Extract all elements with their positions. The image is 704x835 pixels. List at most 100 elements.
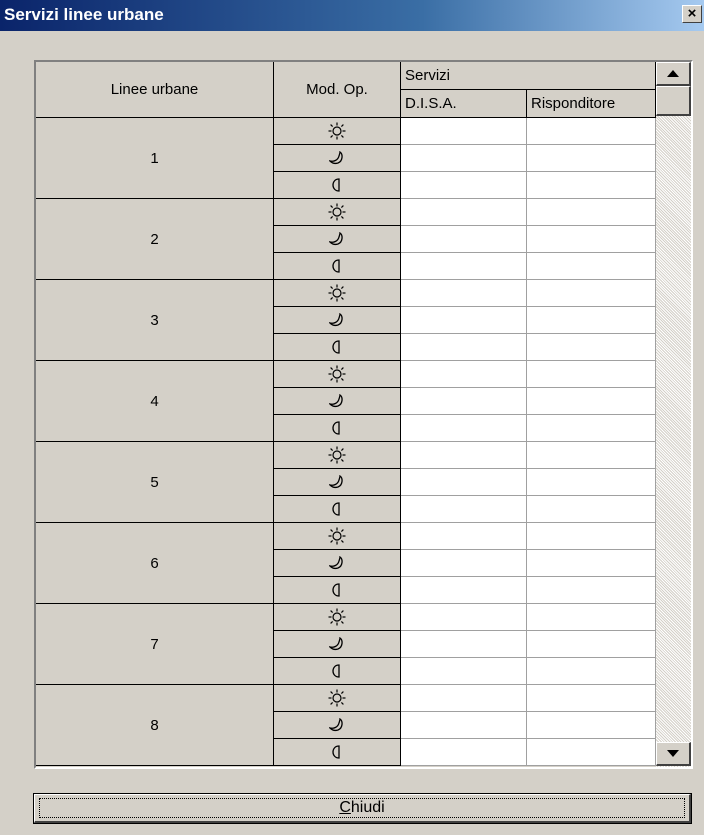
line-number-cell: 5	[36, 442, 274, 523]
disa-cell[interactable]	[401, 604, 527, 631]
disa-cell[interactable]	[401, 145, 527, 172]
half-moon-icon	[331, 745, 343, 759]
disa-cell[interactable]	[401, 199, 527, 226]
vertical-scrollbar[interactable]	[656, 62, 691, 767]
risponditore-cell[interactable]	[527, 496, 656, 523]
disa-cell[interactable]	[401, 253, 527, 280]
disa-cell[interactable]	[401, 739, 527, 766]
disa-cell[interactable]	[401, 685, 527, 712]
sun-icon	[328, 446, 346, 464]
risponditore-cell[interactable]	[527, 739, 656, 766]
disa-cell[interactable]	[401, 550, 527, 577]
disa-cell[interactable]	[401, 334, 527, 361]
mode-cell	[274, 658, 401, 685]
sun-icon	[328, 689, 346, 707]
half-moon-icon	[331, 259, 343, 273]
risponditore-cell[interactable]	[527, 442, 656, 469]
moon-icon	[329, 232, 345, 246]
risponditore-cell[interactable]	[527, 577, 656, 604]
line-number-cell: 8	[36, 685, 274, 766]
disa-cell[interactable]	[401, 361, 527, 388]
disa-cell[interactable]	[401, 496, 527, 523]
half-moon-icon	[331, 340, 343, 354]
mode-cell	[274, 172, 401, 199]
close-window-button[interactable]: ×	[682, 5, 702, 23]
mode-cell	[274, 118, 401, 145]
disa-cell[interactable]	[401, 712, 527, 739]
mode-cell	[274, 253, 401, 280]
risponditore-cell[interactable]	[527, 604, 656, 631]
disa-cell[interactable]	[401, 658, 527, 685]
risponditore-cell[interactable]	[527, 469, 656, 496]
risponditore-cell[interactable]	[527, 307, 656, 334]
sun-icon	[328, 122, 346, 140]
line-number-cell: 4	[36, 361, 274, 442]
risponditore-cell[interactable]	[527, 415, 656, 442]
half-moon-icon	[331, 421, 343, 435]
half-moon-icon	[331, 664, 343, 678]
mode-cell	[274, 415, 401, 442]
risponditore-cell[interactable]	[527, 712, 656, 739]
scroll-down-button[interactable]	[656, 742, 691, 766]
risponditore-cell[interactable]	[527, 631, 656, 658]
disa-cell[interactable]	[401, 415, 527, 442]
risponditore-cell[interactable]	[527, 226, 656, 253]
sun-icon	[328, 365, 346, 383]
sun-icon	[328, 527, 346, 545]
risponditore-cell[interactable]	[527, 172, 656, 199]
scroll-thumb[interactable]	[656, 86, 691, 116]
header-mod-op: Mod. Op.	[274, 62, 401, 118]
scroll-up-button[interactable]	[656, 62, 691, 86]
header-servizi: Servizi	[401, 62, 656, 90]
risponditore-cell[interactable]	[527, 280, 656, 307]
services-grid: Linee urbane Mod. Op. Servizi D.I.S.A. Rispo…	[34, 60, 693, 769]
line-number-cell: 1	[36, 118, 274, 199]
half-moon-icon	[331, 502, 343, 516]
moon-icon	[329, 718, 345, 732]
risponditore-cell[interactable]	[527, 523, 656, 550]
risponditore-cell[interactable]	[527, 658, 656, 685]
mode-cell	[274, 442, 401, 469]
risponditore-cell[interactable]	[527, 145, 656, 172]
line-number-cell: 2	[36, 199, 274, 280]
disa-cell[interactable]	[401, 388, 527, 415]
close-button[interactable]: Chiudi	[33, 793, 692, 824]
mode-cell	[274, 334, 401, 361]
window-title: Servizi linee urbane	[4, 5, 164, 24]
header-disa: D.I.S.A.	[401, 90, 527, 118]
disa-cell[interactable]	[401, 226, 527, 253]
header-linee-urbane: Linee urbane	[36, 62, 274, 118]
mode-cell	[274, 550, 401, 577]
mode-cell	[274, 226, 401, 253]
mode-cell	[274, 739, 401, 766]
disa-cell[interactable]	[401, 172, 527, 199]
mode-cell	[274, 469, 401, 496]
disa-cell[interactable]	[401, 631, 527, 658]
mode-cell	[274, 388, 401, 415]
sun-icon	[328, 284, 346, 302]
disa-cell[interactable]	[401, 280, 527, 307]
disa-cell[interactable]	[401, 118, 527, 145]
disa-cell[interactable]	[401, 442, 527, 469]
arrow-down-icon	[667, 750, 679, 757]
risponditore-cell[interactable]	[527, 361, 656, 388]
disa-cell[interactable]	[401, 469, 527, 496]
moon-icon	[329, 637, 345, 651]
risponditore-cell[interactable]	[527, 550, 656, 577]
disa-cell[interactable]	[401, 577, 527, 604]
moon-icon	[329, 475, 345, 489]
line-number-cell: 6	[36, 523, 274, 604]
risponditore-cell[interactable]	[527, 685, 656, 712]
risponditore-cell[interactable]	[527, 199, 656, 226]
risponditore-cell[interactable]	[527, 388, 656, 415]
mode-cell	[274, 604, 401, 631]
risponditore-cell[interactable]	[527, 253, 656, 280]
risponditore-cell[interactable]	[527, 334, 656, 361]
services-dialog: Servizi linee urbane × Linee urbane Mod. …	[0, 0, 704, 835]
half-moon-icon	[331, 178, 343, 192]
moon-icon	[329, 151, 345, 165]
disa-cell[interactable]	[401, 523, 527, 550]
moon-icon	[329, 394, 345, 408]
risponditore-cell[interactable]	[527, 118, 656, 145]
disa-cell[interactable]	[401, 307, 527, 334]
